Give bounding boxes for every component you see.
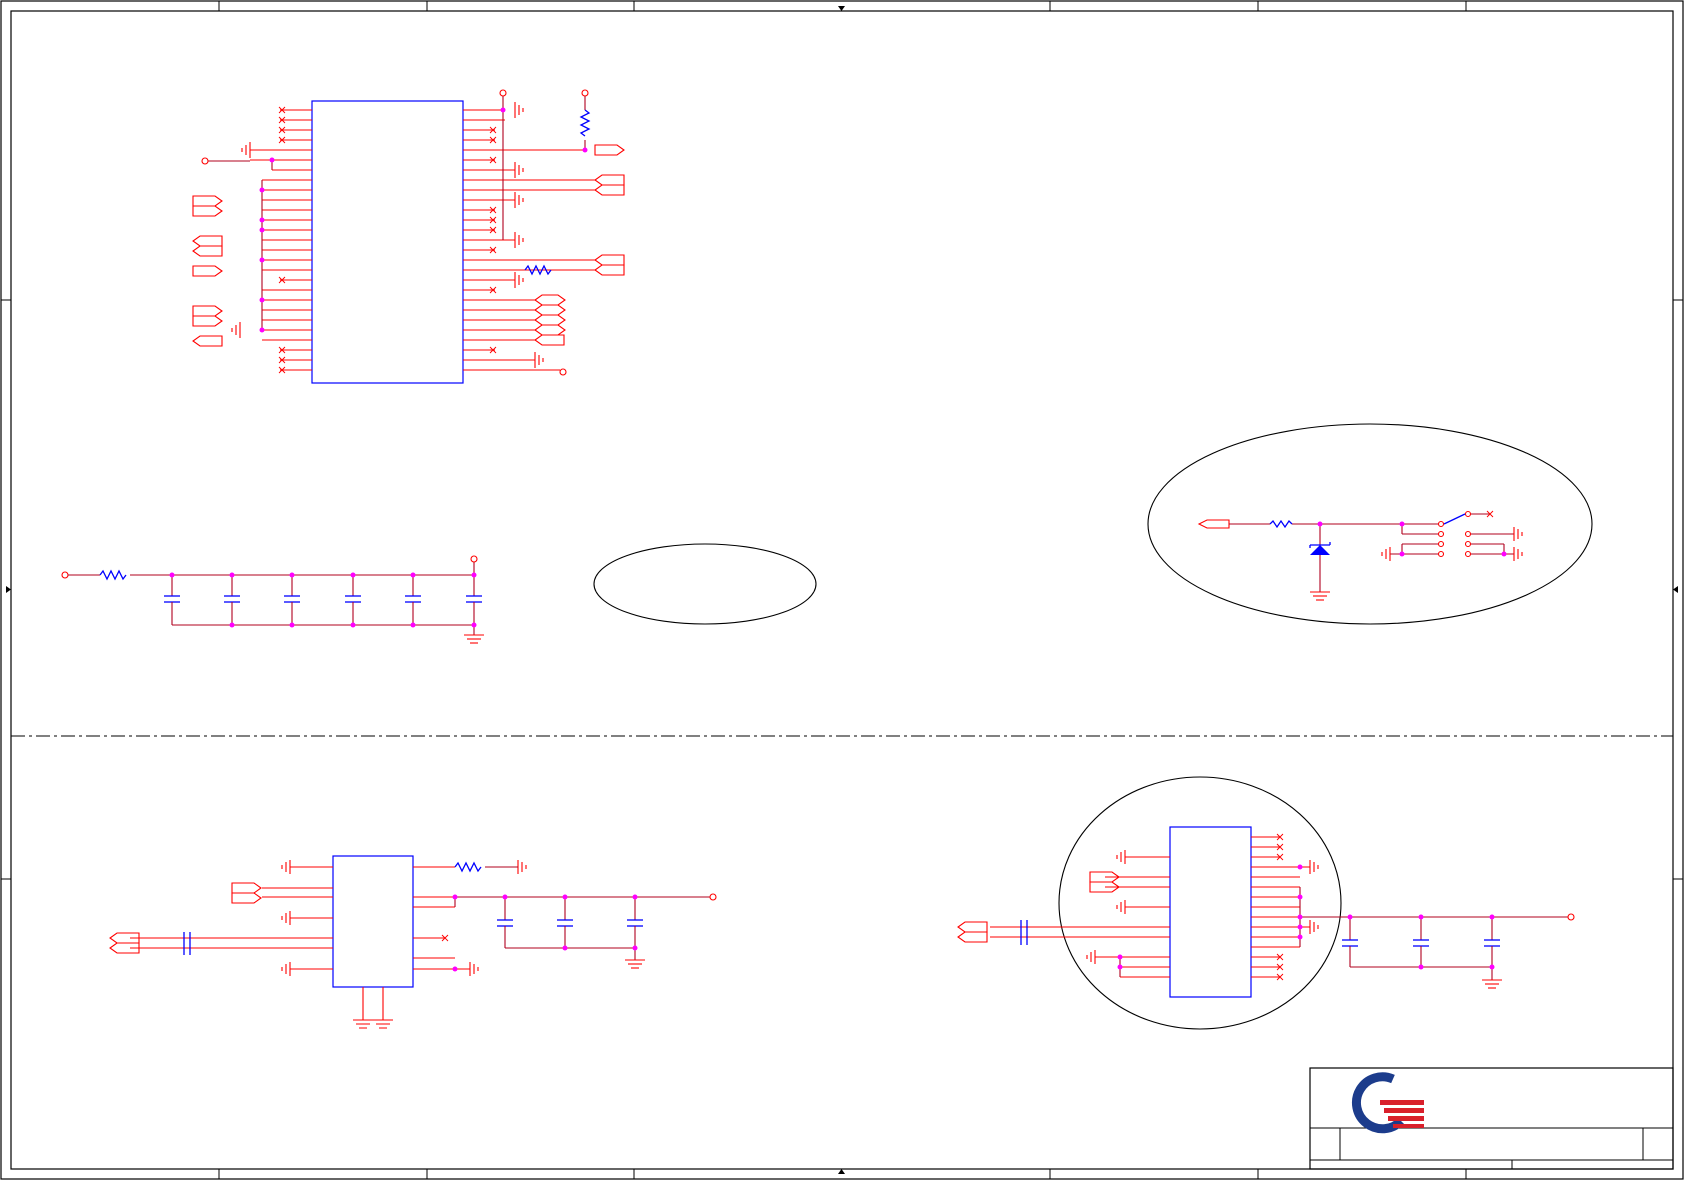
decoupling-capacitor-bank bbox=[61, 555, 484, 644]
input-resistor bbox=[99, 569, 127, 581]
pull-up-resistor bbox=[579, 109, 591, 137]
output-capacitors bbox=[1342, 917, 1500, 980]
main-ic bbox=[192, 89, 625, 384]
main-ic-left-pins bbox=[250, 109, 312, 371]
slide-switch bbox=[1437, 510, 1472, 558]
output-terminal bbox=[709, 893, 717, 901]
regulator-circuit bbox=[109, 855, 717, 1029]
schematic-sheet bbox=[0, 0, 1684, 1180]
coupling-capacitor bbox=[183, 932, 191, 955]
main-ic-body bbox=[311, 100, 464, 384]
ground-symbols bbox=[281, 860, 527, 1029]
capacitor-array bbox=[164, 575, 482, 635]
signal-port bbox=[1197, 519, 1230, 529]
ground-symbol bbox=[464, 634, 484, 644]
feedback-resistor bbox=[454, 861, 482, 873]
power-terminal bbox=[581, 89, 589, 97]
note-ellipse bbox=[593, 543, 817, 625]
power-terminal bbox=[499, 89, 507, 97]
ground-symbols bbox=[231, 102, 544, 368]
coupling-capacitor bbox=[1020, 920, 1028, 945]
title-block bbox=[1309, 1067, 1674, 1170]
sheet-frame bbox=[0, 0, 1684, 1180]
esd-resistor bbox=[1269, 519, 1293, 529]
secondary-ic-circuit bbox=[957, 776, 1575, 1030]
company-logo-icon bbox=[1352, 1072, 1424, 1134]
input-terminal bbox=[61, 571, 69, 579]
regulator-body bbox=[332, 855, 414, 988]
output-capacitors bbox=[497, 897, 643, 960]
tvs-diode bbox=[1310, 545, 1330, 555]
highlight-ellipse bbox=[1058, 776, 1342, 1030]
left-offpage-connectors bbox=[192, 195, 223, 347]
esd-switch-circuit bbox=[1147, 423, 1593, 625]
output-terminal bbox=[470, 555, 478, 563]
output-terminal bbox=[1567, 913, 1575, 921]
output-terminal bbox=[559, 368, 567, 376]
test-point-terminal bbox=[201, 157, 209, 165]
secondary-ic-body bbox=[1169, 826, 1252, 998]
main-ic-right-pins bbox=[463, 109, 595, 371]
right-offpage-connectors bbox=[534, 144, 625, 346]
